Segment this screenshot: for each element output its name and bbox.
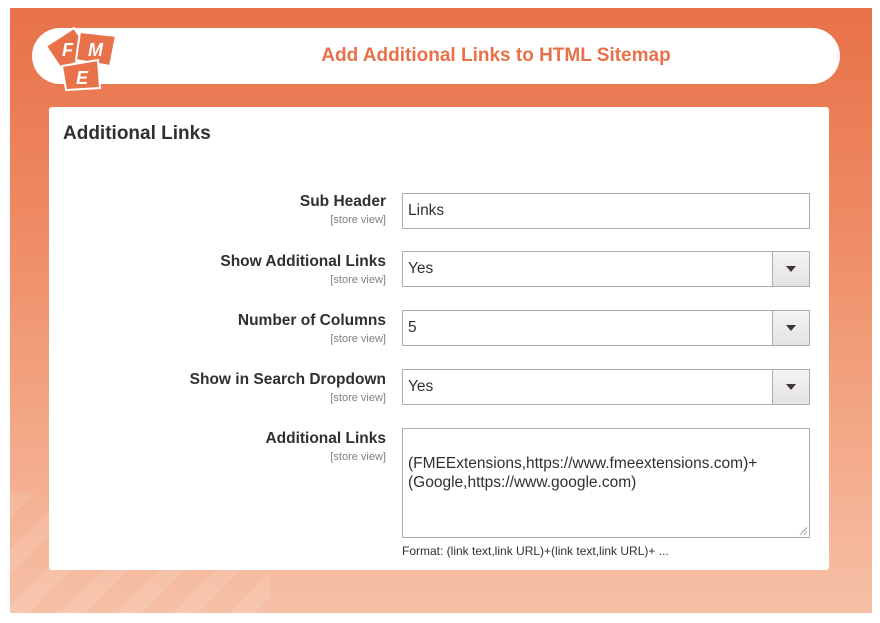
additional-links-scope: [store view] — [330, 451, 386, 463]
panel-title: Additional Links — [63, 123, 211, 144]
additional-links-panel: Additional Links Sub Header [store view]… — [49, 107, 829, 570]
show-additional-links-value: Yes — [408, 260, 434, 277]
show-additional-links-select[interactable]: Yes — [402, 251, 810, 287]
show-in-search-dropdown-select[interactable]: Yes — [402, 369, 810, 405]
show-additional-links-scope: [store view] — [330, 274, 386, 286]
chevron-down-icon — [786, 325, 796, 331]
additional-links-label-group: Additional Links [store view] — [86, 430, 386, 464]
additional-links-textarea[interactable]: (FMEExtensions,https://www.fmeextensions… — [402, 428, 810, 538]
number-of-columns-value: 5 — [408, 319, 417, 336]
dropdown-button[interactable] — [772, 252, 809, 286]
resize-handle-icon[interactable] — [799, 527, 807, 535]
format-note: Format: (link text,link URL)+(link text,… — [402, 544, 669, 558]
header-bar: Add Additional Links to HTML Sitemap — [32, 28, 840, 84]
show-in-search-dropdown-value: Yes — [408, 378, 434, 395]
sub-header-label: Sub Header — [299, 193, 386, 210]
svg-text:F: F — [62, 40, 74, 60]
svg-text:M: M — [88, 40, 104, 60]
show-additional-links-label-group: Show Additional Links [store view] — [86, 253, 386, 287]
show-in-search-dropdown-label-group: Show in Search Dropdown [store view] — [86, 371, 386, 405]
dropdown-button[interactable] — [772, 311, 809, 345]
fme-logo: F M E — [44, 26, 118, 92]
page-title: Add Additional Links to HTML Sitemap — [321, 45, 671, 66]
svg-text:E: E — [76, 68, 89, 88]
sub-header-input[interactable]: Links — [402, 193, 810, 229]
number-of-columns-label-group: Number of Columns [store view] — [86, 312, 386, 346]
number-of-columns-label: Number of Columns — [237, 312, 386, 329]
show-additional-links-label: Show Additional Links — [220, 253, 386, 270]
number-of-columns-scope: [store view] — [330, 333, 386, 345]
chevron-down-icon — [786, 384, 796, 390]
dropdown-button[interactable] — [772, 370, 809, 404]
show-in-search-dropdown-label: Show in Search Dropdown — [189, 371, 386, 388]
number-of-columns-select[interactable]: 5 — [402, 310, 810, 346]
chevron-down-icon — [786, 266, 796, 272]
additional-links-value: (FMEExtensions,https://www.fmeextensions… — [408, 455, 758, 491]
sub-header-scope: [store view] — [330, 214, 386, 226]
additional-links-label: Additional Links — [265, 430, 386, 447]
show-in-search-dropdown-scope: [store view] — [330, 392, 386, 404]
sub-header-label-group: Sub Header [store view] — [86, 193, 386, 227]
